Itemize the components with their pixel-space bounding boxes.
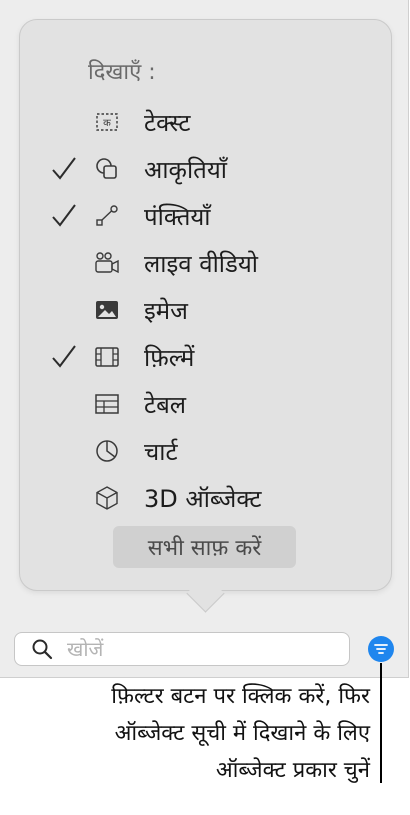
callout-caption: फ़िल्टर बटन पर क्लिक करें, फिर ऑब्जेक्ट …: [10, 678, 370, 789]
lines-icon: [90, 201, 124, 231]
checkmark-slot: [50, 382, 90, 426]
filter-item-label: चार्ट: [144, 437, 178, 466]
filter-item-label: पंक्तियाँ: [144, 202, 211, 231]
show-heading: दिखाएँ :: [88, 60, 156, 85]
filter-item-label: फ़िल्में: [144, 343, 195, 372]
checkmark-icon: [50, 147, 90, 191]
chart-icon: [90, 436, 124, 466]
search-icon: [29, 636, 55, 662]
table-icon: [90, 389, 124, 419]
filter-item-text[interactable]: क टेक्स्ट: [50, 100, 390, 144]
filter-icon: [374, 643, 388, 655]
checkmark-icon: [50, 335, 90, 379]
text-box-icon: क: [90, 107, 124, 137]
filter-item-shapes[interactable]: आकृतियाँ: [50, 147, 390, 191]
filter-item-table[interactable]: टेबल: [50, 382, 390, 426]
filter-item-live-video[interactable]: लाइव वीडियो: [50, 241, 390, 285]
filter-item-chart[interactable]: चार्ट: [50, 429, 390, 473]
filter-item-3d-object[interactable]: 3D ऑब्जेक्ट: [50, 476, 390, 520]
3d-object-icon: [90, 483, 124, 513]
checkmark-slot: [50, 288, 90, 332]
live-video-icon: [90, 248, 124, 278]
checkmark-slot: [50, 241, 90, 285]
filter-item-label: इमेज: [144, 296, 188, 325]
filter-item-label: टेबल: [144, 390, 187, 419]
filter-item-label: लाइव वीडियो: [144, 249, 258, 278]
filter-item-image[interactable]: इमेज: [50, 288, 390, 332]
filter-item-lines[interactable]: पंक्तियाँ: [50, 194, 390, 238]
callout-line: [380, 663, 382, 783]
filter-item-movies[interactable]: फ़िल्में: [50, 335, 390, 379]
checkmark-slot: [50, 476, 90, 520]
filter-item-label: टेक्स्ट: [144, 108, 191, 137]
checkmark-icon: [50, 194, 90, 238]
caption-line: फ़िल्टर बटन पर क्लिक करें, फिर: [111, 684, 370, 709]
caption-line: ऑब्जेक्ट सूची में दिखाने के लिए: [114, 721, 370, 746]
search-field[interactable]: [14, 632, 350, 666]
checkmark-slot: [50, 100, 90, 144]
film-icon: [90, 342, 124, 372]
filter-popover: दिखाएँ : क टेक्स्ट आकृतियाँ पंक्तियाँ ला…: [19, 19, 392, 591]
filter-button[interactable]: [368, 636, 394, 662]
clear-all-button[interactable]: सभी साफ़ करें: [113, 526, 296, 568]
image-icon: [90, 295, 124, 325]
checkmark-slot: [50, 429, 90, 473]
search-input[interactable]: [65, 636, 329, 662]
svg-text:क: क: [103, 118, 111, 129]
caption-line: ऑब्जेक्ट प्रकार चुनें: [215, 758, 370, 783]
filter-item-label: आकृतियाँ: [144, 155, 227, 184]
shapes-icon: [90, 154, 124, 184]
filter-item-label: 3D ऑब्जेक्ट: [144, 484, 262, 513]
